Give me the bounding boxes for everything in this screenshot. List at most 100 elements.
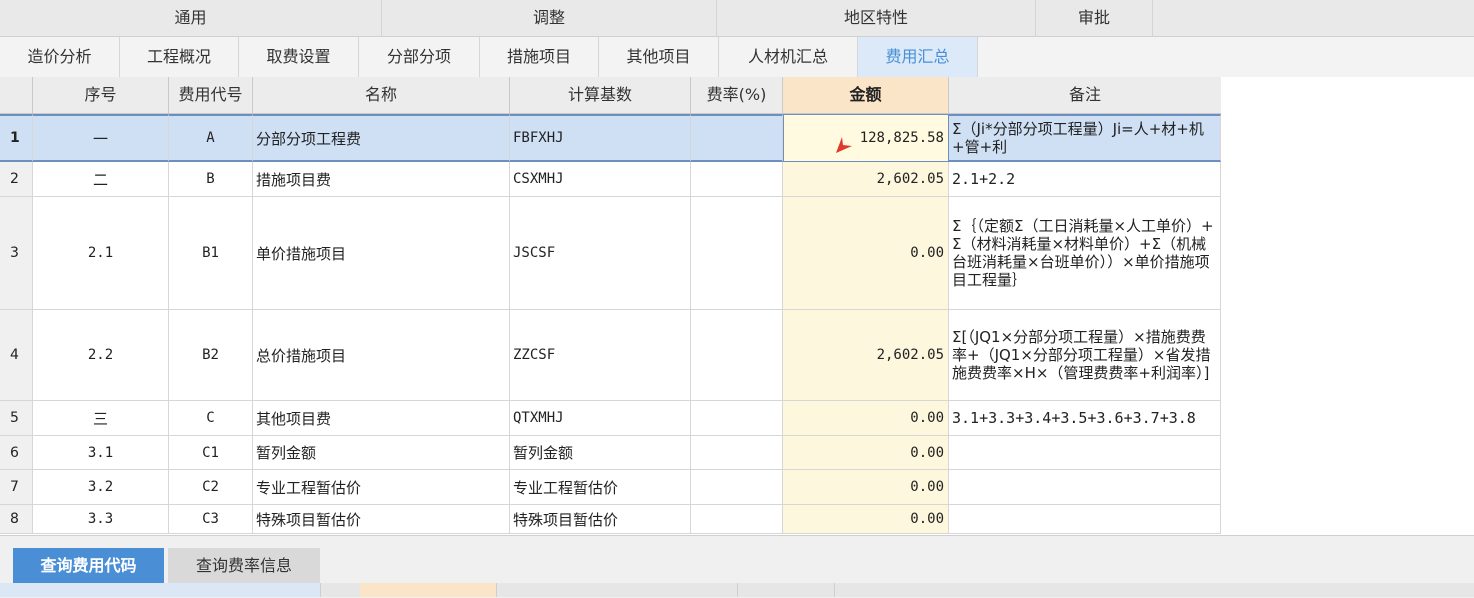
sub-list-header[interactable] bbox=[0, 583, 321, 597]
tab-cost-analysis[interactable]: 造价分析 bbox=[0, 37, 120, 77]
group-region[interactable]: 地区特性 bbox=[717, 0, 1036, 36]
cell-seq[interactable]: 3.2 bbox=[33, 470, 169, 505]
cell-base[interactable]: 专业工程暂估价 bbox=[510, 470, 691, 505]
tab-other-items[interactable]: 其他项目 bbox=[599, 37, 719, 77]
cell-remark[interactable]: Σ[（JQ1×分部分项工程量）×措施费费率+（JQ1×分部分项工程量）×省发措施… bbox=[949, 310, 1221, 401]
cell-rate[interactable] bbox=[691, 310, 783, 401]
cell-amount[interactable]: 0.00 bbox=[783, 197, 949, 310]
group-approval[interactable]: 审批 bbox=[1036, 0, 1153, 36]
row-number[interactable]: 6 bbox=[0, 436, 33, 470]
row-number[interactable]: 7 bbox=[0, 470, 33, 505]
cell-seq[interactable]: 2.2 bbox=[33, 310, 169, 401]
group-general[interactable]: 通用 bbox=[0, 0, 382, 36]
cell-code[interactable]: B2 bbox=[169, 310, 253, 401]
cell-amount[interactable]: 2,602.05 bbox=[783, 162, 949, 197]
tab-fee-settings[interactable]: 取费设置 bbox=[239, 37, 359, 77]
table-row[interactable]: 2 二 B 措施项目费 CSXMHJ 2,602.05 2.1+2.2 bbox=[0, 162, 1221, 197]
cell-base[interactable]: ZZCSF bbox=[510, 310, 691, 401]
sub-column-header[interactable] bbox=[497, 583, 738, 597]
header-code[interactable]: 费用代号 bbox=[169, 77, 253, 114]
cell-name[interactable]: 专业工程暂估价 bbox=[253, 470, 510, 505]
table-row[interactable]: 5 三 C 其他项目费 QTXMHJ 0.00 3.1+3.3+3.4+3.5+… bbox=[0, 401, 1221, 436]
row-number[interactable]: 5 bbox=[0, 401, 33, 436]
tab-sub-items[interactable]: 分部分项 bbox=[359, 37, 480, 77]
header-rate[interactable]: 费率(%) bbox=[691, 77, 783, 114]
cell-code[interactable]: B bbox=[169, 162, 253, 197]
table-row[interactable]: 1 一 A 分部分项工程费 FBFXHJ 128,825.58 Σ（Ji*分部分… bbox=[0, 114, 1221, 162]
cell-code[interactable]: B1 bbox=[169, 197, 253, 310]
cell-seq[interactable]: 三 bbox=[33, 401, 169, 436]
cell-rate[interactable] bbox=[691, 505, 783, 534]
sub-column-header[interactable] bbox=[738, 583, 835, 597]
group-adjust[interactable]: 调整 bbox=[382, 0, 717, 36]
cell-code[interactable]: C3 bbox=[169, 505, 253, 534]
cell-code[interactable]: C bbox=[169, 401, 253, 436]
cell-base[interactable]: 暂列金额 bbox=[510, 436, 691, 470]
header-seq[interactable]: 序号 bbox=[33, 77, 169, 114]
cell-seq[interactable]: 一 bbox=[33, 114, 169, 162]
tab-measures[interactable]: 措施项目 bbox=[480, 37, 599, 77]
bottom-tab-query-rate-info[interactable]: 查询费率信息 bbox=[168, 548, 320, 584]
header-remark[interactable]: 备注 bbox=[949, 77, 1222, 114]
cell-seq[interactable]: 2.1 bbox=[33, 197, 169, 310]
bottom-tab-query-fee-code[interactable]: 查询费用代码 bbox=[13, 548, 164, 584]
header-amount[interactable]: 金额 bbox=[783, 77, 949, 114]
cell-remark[interactable]: 2.1+2.2 bbox=[949, 162, 1221, 197]
cell-amount[interactable]: 2,602.05 bbox=[783, 310, 949, 401]
cell-remark[interactable] bbox=[949, 470, 1221, 505]
cell-rate[interactable] bbox=[691, 162, 783, 197]
cell-remark[interactable]: Σ（Ji*分部分项工程量）Ji=人+材+机+管+利 bbox=[949, 114, 1221, 162]
top-group-bar: 通用 调整 地区特性 审批 bbox=[0, 0, 1474, 37]
cell-name[interactable]: 暂列金额 bbox=[253, 436, 510, 470]
cell-name[interactable]: 特殊项目暂估价 bbox=[253, 505, 510, 534]
table-row[interactable]: 4 2.2 B2 总价措施项目 ZZCSF 2,602.05 Σ[（JQ1×分部… bbox=[0, 310, 1221, 401]
header-corner[interactable] bbox=[0, 77, 33, 114]
cell-code[interactable]: C1 bbox=[169, 436, 253, 470]
cell-seq[interactable]: 3.1 bbox=[33, 436, 169, 470]
cell-remark[interactable]: Σ｛（定额Σ（工日消耗量×人工单价）+Σ（材料消耗量×材料单价）+Σ（机械台班消… bbox=[949, 197, 1221, 310]
cell-name[interactable]: 其他项目费 bbox=[253, 401, 510, 436]
cell-code[interactable]: A bbox=[169, 114, 253, 162]
cell-rate[interactable] bbox=[691, 401, 783, 436]
table-row[interactable]: 8 3.3 C3 特殊项目暂估价 特殊项目暂估价 0.00 bbox=[0, 505, 1221, 534]
row-number[interactable]: 8 bbox=[0, 505, 33, 534]
cell-remark[interactable]: 3.1+3.3+3.4+3.5+3.6+3.7+3.8 bbox=[949, 401, 1221, 436]
cell-name[interactable]: 单价措施项目 bbox=[253, 197, 510, 310]
cell-name[interactable]: 总价措施项目 bbox=[253, 310, 510, 401]
cell-rate[interactable] bbox=[691, 470, 783, 505]
tab-labor-material-summary[interactable]: 人材机汇总 bbox=[719, 37, 858, 77]
cell-name[interactable]: 措施项目费 bbox=[253, 162, 510, 197]
cell-amount[interactable]: 0.00 bbox=[783, 505, 949, 534]
cell-rate[interactable] bbox=[691, 197, 783, 310]
cell-amount[interactable]: 0.00 bbox=[783, 436, 949, 470]
row-number[interactable]: 1 bbox=[0, 114, 33, 162]
cell-seq[interactable]: 3.3 bbox=[33, 505, 169, 534]
row-number[interactable]: 2 bbox=[0, 162, 33, 197]
cell-seq[interactable]: 二 bbox=[33, 162, 169, 197]
tab-project-overview[interactable]: 工程概况 bbox=[120, 37, 239, 77]
table-row[interactable]: 7 3.2 C2 专业工程暂估价 专业工程暂估价 0.00 bbox=[0, 470, 1221, 505]
cell-amount[interactable]: 0.00 bbox=[783, 401, 949, 436]
cell-amount[interactable]: 0.00 bbox=[783, 470, 949, 505]
cell-base[interactable]: QTXMHJ bbox=[510, 401, 691, 436]
cell-name[interactable]: 分部分项工程费 bbox=[253, 114, 510, 162]
table-row[interactable]: 6 3.1 C1 暂列金额 暂列金额 0.00 bbox=[0, 436, 1221, 470]
grid-empty-area bbox=[1221, 77, 1474, 534]
cell-remark[interactable] bbox=[949, 505, 1221, 534]
cell-rate[interactable] bbox=[691, 114, 783, 162]
sub-column-header[interactable] bbox=[360, 583, 497, 597]
header-name[interactable]: 名称 bbox=[253, 77, 510, 114]
tab-fee-summary[interactable]: 费用汇总 bbox=[858, 37, 978, 77]
cell-code[interactable]: C2 bbox=[169, 470, 253, 505]
cell-base[interactable]: JSCSF bbox=[510, 197, 691, 310]
cell-remark[interactable] bbox=[949, 436, 1221, 470]
row-number[interactable]: 4 bbox=[0, 310, 33, 401]
cell-base[interactable]: CSXMHJ bbox=[510, 162, 691, 197]
header-base[interactable]: 计算基数 bbox=[510, 77, 691, 114]
table-row[interactable]: 3 2.1 B1 单价措施项目 JSCSF 0.00 Σ｛（定额Σ（工日消耗量×… bbox=[0, 197, 1221, 310]
row-number[interactable]: 3 bbox=[0, 197, 33, 310]
cell-base[interactable]: 特殊项目暂估价 bbox=[510, 505, 691, 534]
cell-base[interactable]: FBFXHJ bbox=[510, 114, 691, 162]
cell-amount[interactable]: 128,825.58 bbox=[783, 114, 949, 162]
cell-rate[interactable] bbox=[691, 436, 783, 470]
